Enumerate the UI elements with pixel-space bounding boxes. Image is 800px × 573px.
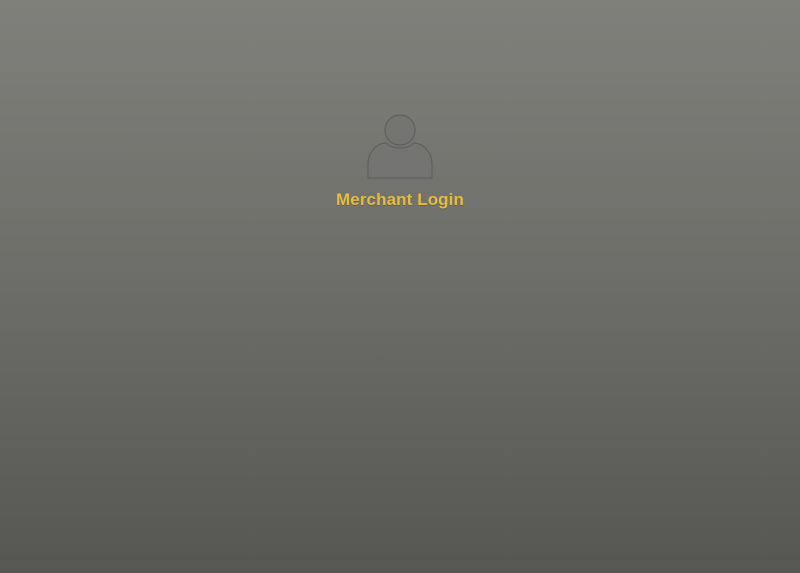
user-silhouette-icon[interactable] [366, 112, 434, 180]
merchant-login-link[interactable]: Merchant Login [336, 190, 464, 210]
merchant-login-block[interactable]: Merchant Login [0, 112, 800, 210]
